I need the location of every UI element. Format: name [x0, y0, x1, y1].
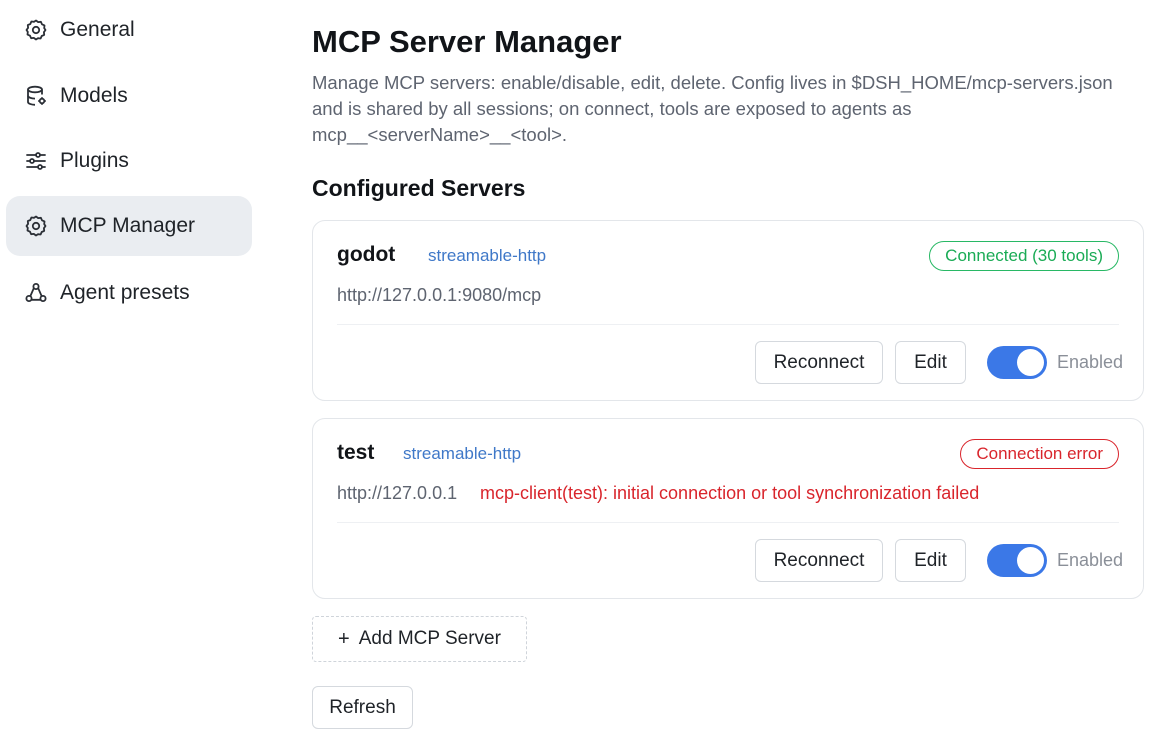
sidebar-item-label: General	[60, 18, 135, 41]
sidebar-item-label: MCP Manager	[60, 214, 196, 237]
sidebar-item-agent-presets[interactable]: Agent presets	[6, 263, 252, 323]
server-transport: streamable-http	[403, 444, 522, 463]
enabled-label: Enabled	[1057, 550, 1124, 570]
server-name: test	[337, 441, 375, 464]
server-card-godot: godot streamable-http Connected (30 tool…	[312, 220, 1144, 401]
database-icon	[23, 83, 49, 109]
server-name: godot	[337, 243, 396, 266]
server-transport: streamable-http	[428, 246, 547, 265]
status-badge: Connection error	[960, 439, 1119, 469]
refresh-button[interactable]: Refresh	[312, 686, 413, 729]
gear-icon	[23, 213, 49, 239]
divider	[337, 324, 1119, 325]
sidebar-item-mcp-manager[interactable]: MCP Manager	[6, 196, 252, 256]
gear-icon	[23, 17, 49, 43]
server-url: http://127.0.0.1:9080/mcp	[337, 285, 542, 305]
enabled-toggle[interactable]	[987, 346, 1047, 379]
error-message: mcp-client(test): initial connection or …	[480, 483, 980, 503]
sliders-icon	[23, 148, 49, 174]
page-description: Manage MCP servers: enable/disable, edit…	[312, 72, 1113, 145]
add-mcp-server-button[interactable]: + Add MCP Server	[312, 616, 527, 662]
status-badge: Connected (30 tools)	[929, 241, 1119, 271]
app: General Models Plugins MCP Manager Agent…	[0, 0, 1164, 739]
sidebar-item-models[interactable]: Models	[6, 66, 252, 126]
plus-icon: +	[338, 627, 350, 650]
toggle-knob	[1017, 349, 1044, 376]
section-title: Configured Servers	[312, 175, 526, 201]
add-mcp-server-label: Add MCP Server	[358, 628, 501, 649]
divider	[337, 522, 1119, 523]
page-title: MCP Server Manager	[312, 24, 622, 59]
sidebar-item-label: Agent presets	[60, 281, 190, 304]
reconnect-button[interactable]: Reconnect	[755, 539, 883, 582]
enabled-toggle[interactable]	[987, 544, 1047, 577]
enabled-label: Enabled	[1057, 352, 1124, 372]
sidebar-item-label: Models	[60, 84, 128, 107]
sidebar-item-label: Plugins	[60, 149, 129, 172]
sidebar-item-general[interactable]: General	[6, 0, 252, 60]
edit-button[interactable]: Edit	[895, 539, 966, 582]
edit-button[interactable]: Edit	[895, 341, 966, 384]
server-url: http://127.0.0.1	[337, 483, 458, 503]
server-card-test: test streamable-http Connection error ht…	[312, 418, 1144, 599]
reconnect-button[interactable]: Reconnect	[755, 341, 883, 384]
toggle-knob	[1017, 547, 1044, 574]
agents-icon	[23, 280, 49, 306]
sidebar: General Models Plugins MCP Manager Agent…	[0, 0, 270, 739]
sidebar-item-plugins[interactable]: Plugins	[6, 131, 252, 191]
